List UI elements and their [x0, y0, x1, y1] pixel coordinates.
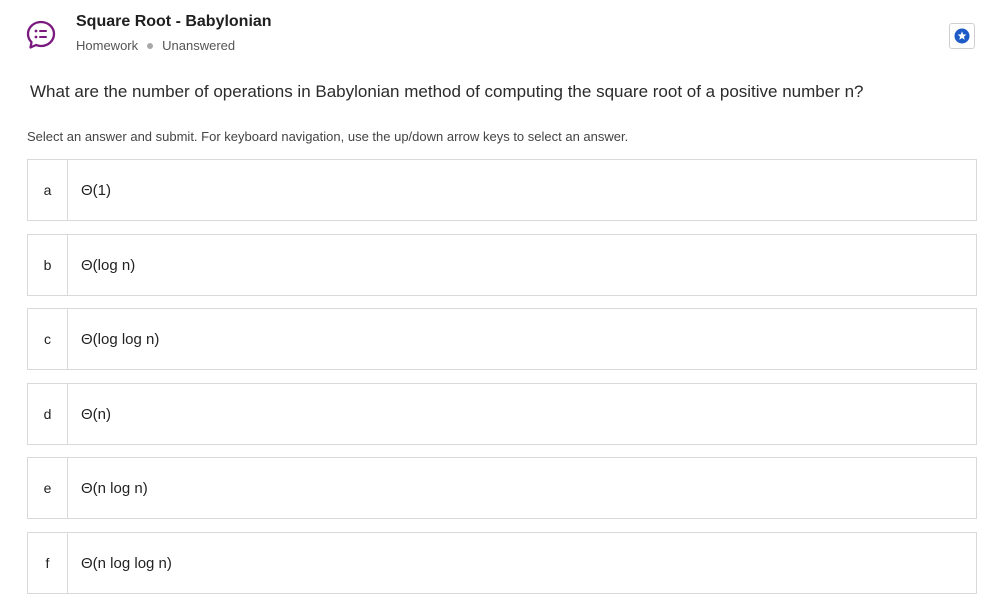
option-letter: a — [28, 160, 68, 220]
question-meta: Homework Unanswered — [76, 38, 235, 53]
option-text: Θ(n log log n) — [81, 554, 172, 572]
answer-option-e[interactable]: e Θ(n log n) — [27, 457, 977, 519]
option-text: Θ(n log n) — [81, 479, 148, 497]
question-type: Homework — [76, 38, 139, 53]
answer-option-b[interactable]: b Θ(log n) — [27, 234, 977, 296]
question-text: What are the number of operations in Bab… — [30, 82, 864, 101]
answer-option-a[interactable]: a Θ(1) — [27, 159, 977, 221]
question-header: Square Root - Babylonian Homework Unansw… — [0, 0, 1002, 70]
option-text: Θ(n) — [81, 405, 111, 423]
option-letter: c — [28, 309, 68, 369]
option-text: Θ(1) — [81, 181, 111, 199]
bookmark-button[interactable] — [949, 23, 975, 49]
quiz-list-icon — [26, 20, 56, 49]
option-letter: b — [28, 235, 68, 295]
option-text: Θ(log n) — [81, 256, 136, 274]
question-title: Square Root - Babylonian — [76, 13, 272, 30]
separator-dot — [147, 42, 154, 49]
status-label: Unanswered — [162, 38, 236, 53]
answer-option-c[interactable]: c Θ(log log n) — [27, 308, 977, 370]
option-letter: e — [28, 458, 68, 518]
option-letter: d — [28, 384, 68, 444]
answer-option-d[interactable]: d Θ(n) — [27, 383, 977, 445]
option-text: Θ(log log n) — [81, 330, 160, 348]
option-letter: f — [28, 533, 68, 593]
star-badge-icon — [954, 28, 970, 44]
answer-option-f[interactable]: f Θ(n log log n) — [27, 532, 977, 594]
answer-instructions: Select an answer and submit. For keyboar… — [27, 129, 629, 144]
